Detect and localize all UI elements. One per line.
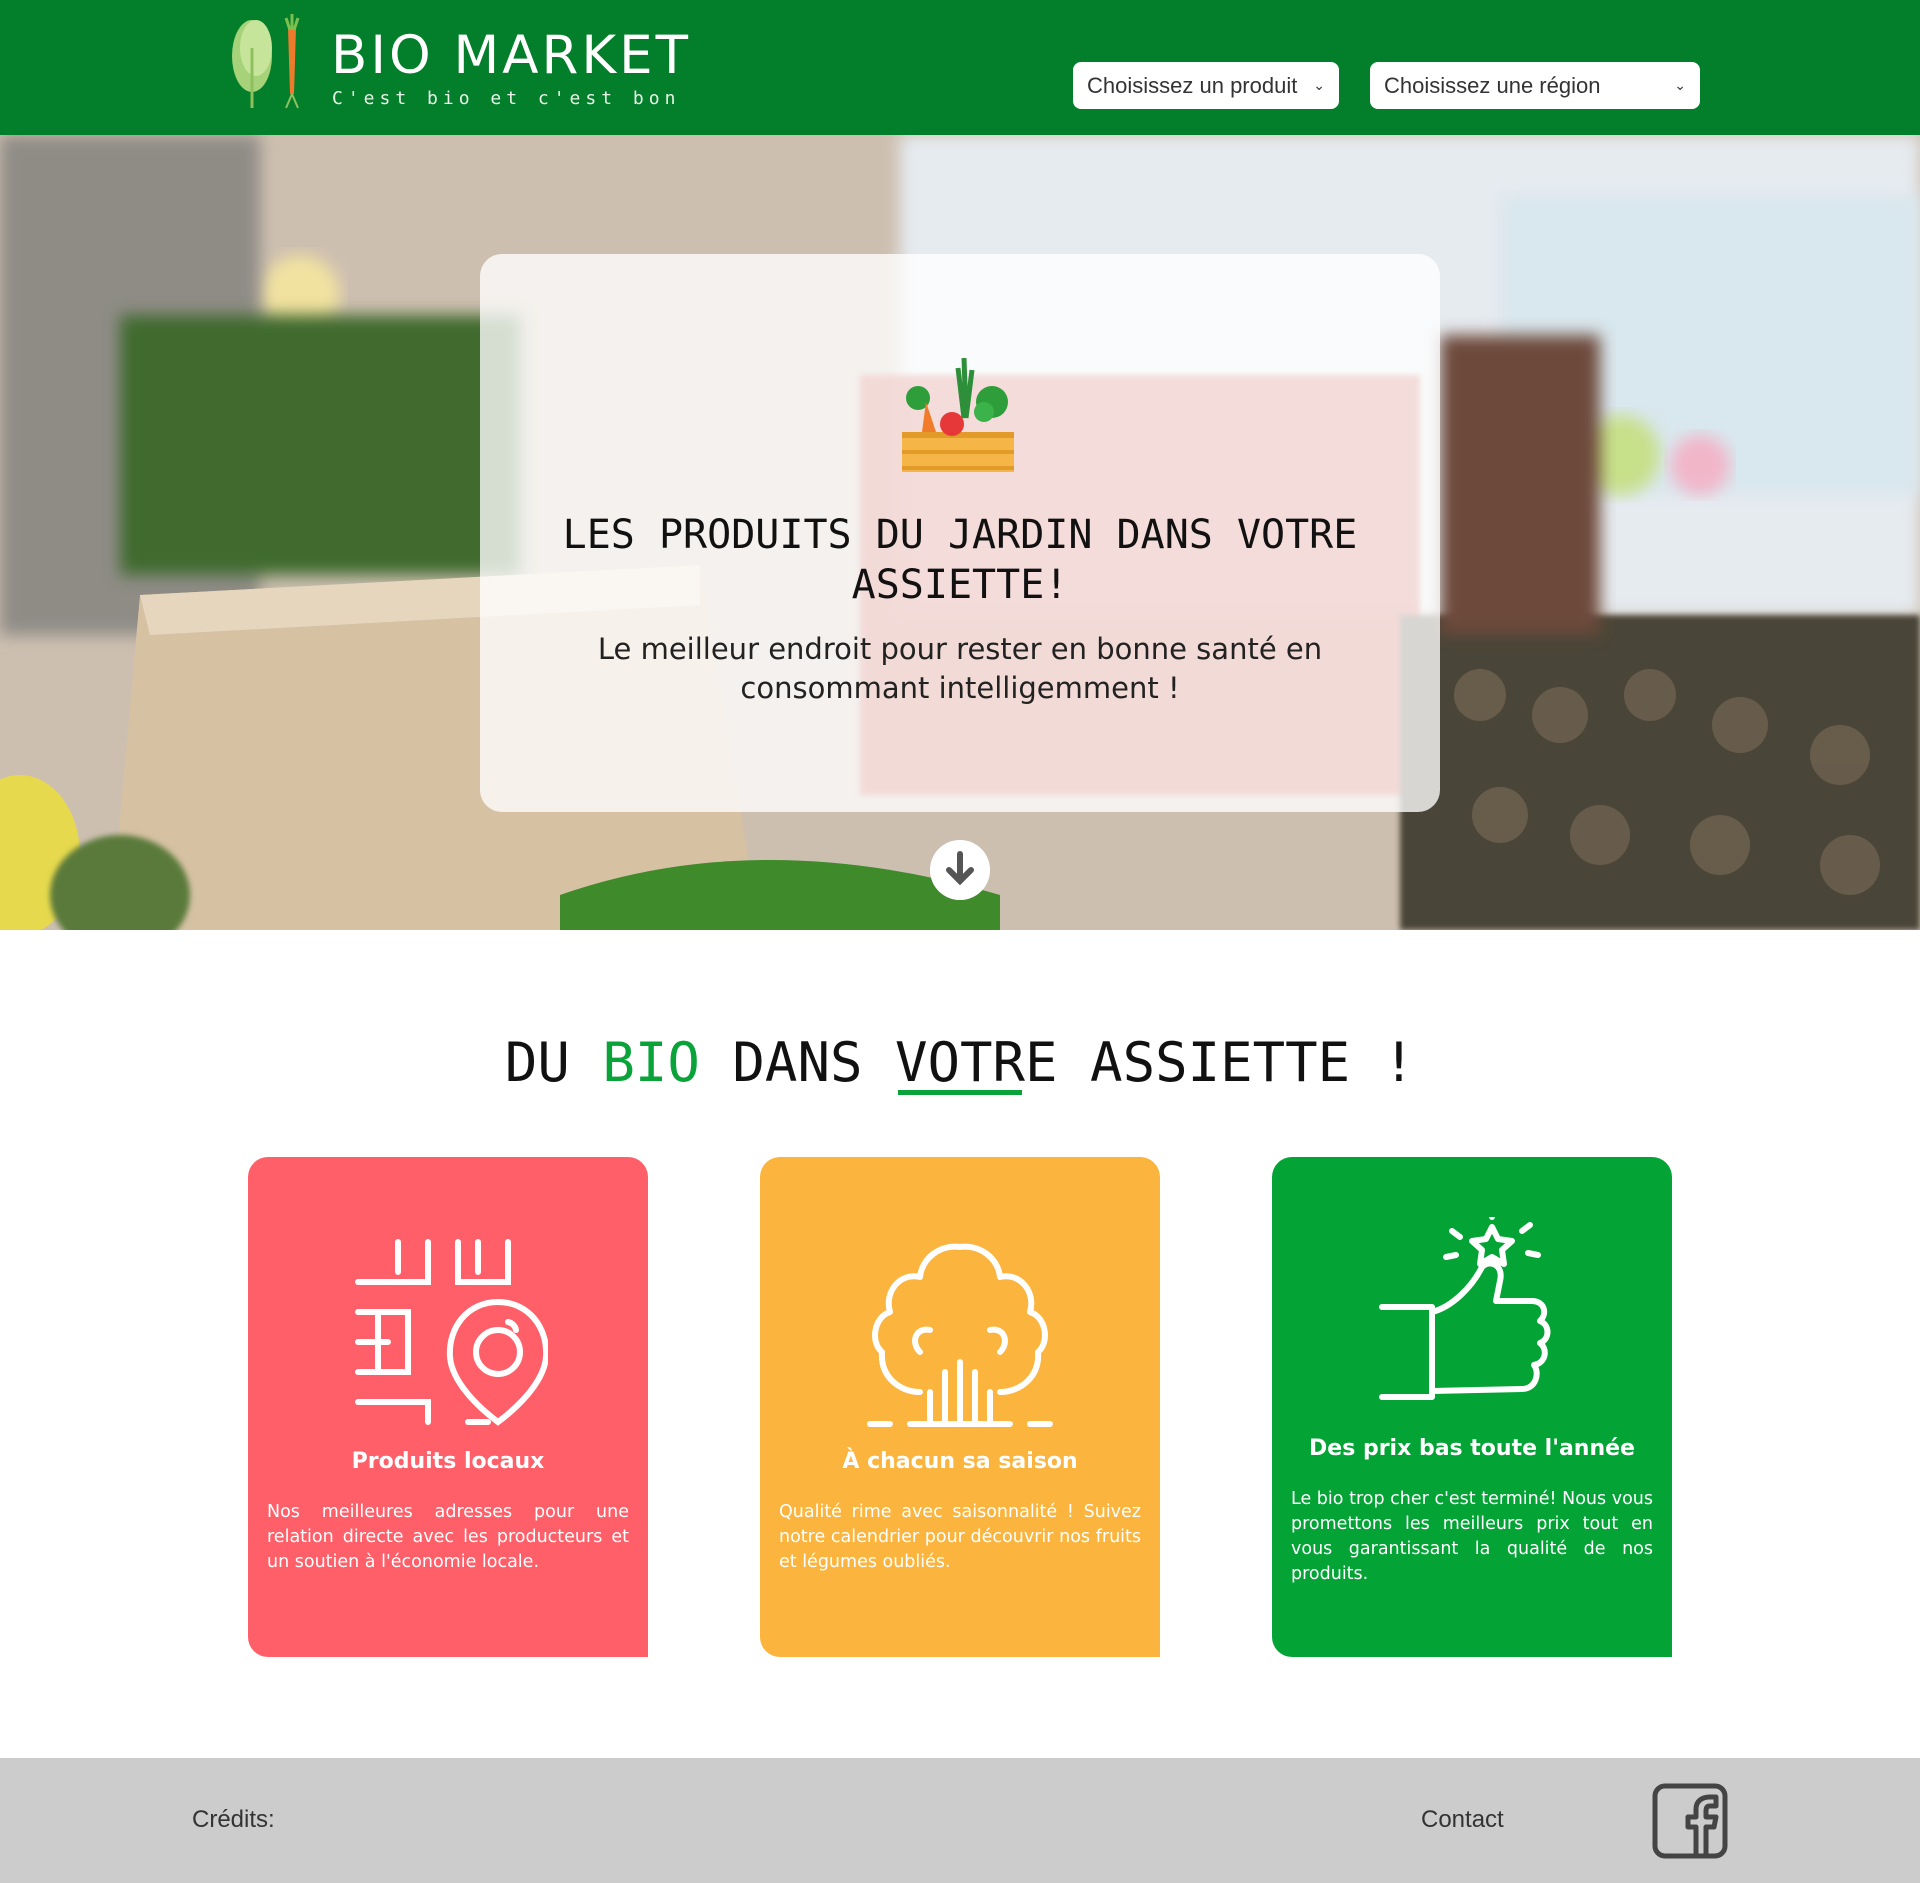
chevron-down-icon: ⌄: [1674, 77, 1686, 93]
section-title: DU BIO DANS VOTRE ASSIETTE !: [0, 1030, 1920, 1096]
section-title-part1: DU: [504, 1031, 603, 1094]
tree-icon: [867, 1243, 1053, 1427]
product-select-value: Choisissez un produit: [1087, 72, 1298, 98]
section-title-underlined: VOTRE: [894, 1031, 1058, 1094]
card-title: Des prix bas toute l'année: [1309, 1436, 1635, 1461]
card-seasons: À chacun sa saison Qualité rime avec sai…: [760, 1157, 1160, 1657]
brand-name[interactable]: BIO MARKET: [331, 24, 691, 88]
hero-card: LES PRODUITS DU JARDIN DANS VOTRE ASSIET…: [480, 254, 1440, 812]
hero-banner: LES PRODUITS DU JARDIN DANS VOTRE ASSIET…: [0, 135, 1920, 930]
arrow-down-circle-icon[interactable]: [930, 840, 990, 900]
region-select-value: Choisissez une région: [1384, 72, 1601, 98]
product-select[interactable]: Choisissez un produit ⌄: [1073, 62, 1339, 109]
title-underline: [898, 1090, 1022, 1095]
facebook-icon[interactable]: [1652, 1783, 1728, 1859]
site-footer: Crédits: Contact: [0, 1758, 1920, 1883]
map-location-icon: [355, 1239, 548, 1426]
site-header: BIO MARKET C'est bio et c'est bon Choisi…: [0, 0, 1920, 135]
hero-title: LES PRODUITS DU JARDIN DANS VOTRE ASSIET…: [562, 512, 1358, 608]
card-low-prices: Des prix bas toute l'année Le bio trop c…: [1272, 1157, 1672, 1657]
section-title-accent: BIO: [602, 1031, 700, 1094]
thumbs-up-star-icon: [1379, 1217, 1551, 1400]
card-local-products: Produits locaux Nos meilleures adresses …: [248, 1157, 648, 1657]
logo-vegetables-icon: [232, 14, 300, 109]
contact-link[interactable]: Contact: [1421, 1806, 1504, 1834]
card-title: Produits locaux: [351, 1449, 545, 1474]
credits-label: Crédits:: [192, 1806, 275, 1833]
section-title-part3: ASSIETTE !: [1057, 1031, 1416, 1094]
card-text: Qualité rime avec saisonnalité ! Suivez …: [779, 1502, 1141, 1572]
region-select[interactable]: Choisissez une région ⌄: [1370, 62, 1700, 109]
chevron-down-icon: ⌄: [1313, 77, 1325, 93]
card-title: À chacun sa saison: [842, 1449, 1078, 1474]
card-text: Nos meilleures adresses pour une relatio…: [267, 1502, 629, 1572]
vegetable-crate-icon: [902, 358, 1014, 472]
hero-subtitle: Le meilleur endroit pour rester en bonne…: [597, 632, 1323, 705]
section-title-part2: DANS: [699, 1031, 895, 1094]
card-text: Le bio trop cher c'est terminé! Nous vou…: [1291, 1489, 1653, 1584]
brand-tagline: C'est bio et c'est bon: [332, 88, 681, 109]
